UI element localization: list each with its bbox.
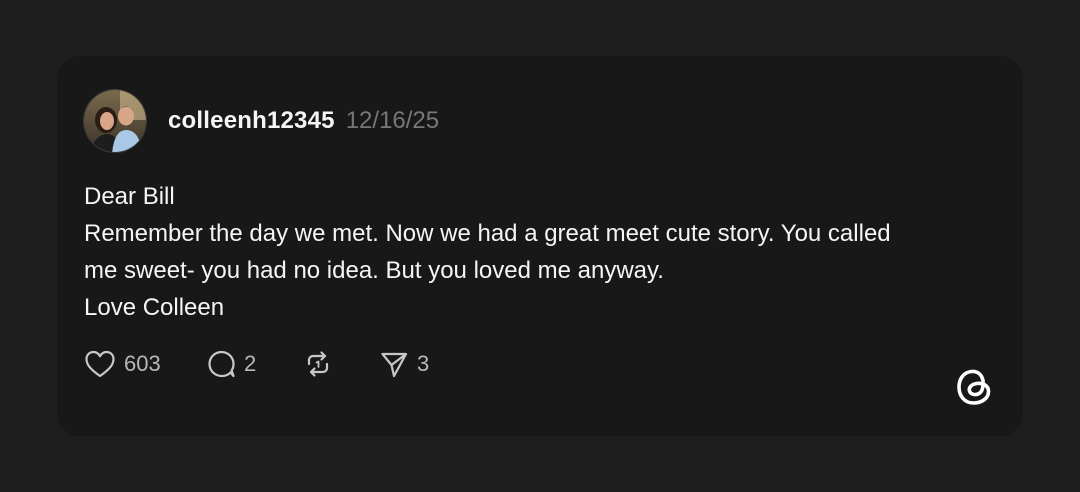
post-line: Love Colleen [84,294,225,321]
repost-icon [303,349,333,379]
heart-icon [84,349,116,379]
post-line: Dear Bill [84,183,175,210]
reply-count: 2 [244,351,257,376]
page: colleenh12345 12/16/25 Dear Bill Remembe… [0,0,1080,492]
like-count: 603 [124,351,161,376]
post-line: Remember the day we met. Now we had a gr… [84,220,891,247]
threads-logo-icon[interactable] [954,365,994,409]
post-body: Dear Bill Remember the day we met. Now w… [84,178,1004,326]
action-bar: 603 2 3 [84,346,429,382]
avatar[interactable] [83,89,147,153]
repost-button[interactable] [303,349,379,379]
share-count: 3 [417,351,430,376]
reply-button[interactable]: 2 [206,349,303,379]
post-line: me sweet- you had no idea. But you loved… [84,257,664,284]
post-card: colleenh12345 12/16/25 Dear Bill Remembe… [57,56,1023,436]
send-icon [379,349,409,379]
post-header: colleenh12345 12/16/25 [83,89,439,153]
username[interactable]: colleenh12345 [168,107,335,135]
like-button[interactable]: 603 [84,349,206,379]
timestamp[interactable]: 12/16/25 [346,107,439,135]
speech-bubble-icon [206,349,236,379]
share-button[interactable]: 3 [379,349,429,379]
